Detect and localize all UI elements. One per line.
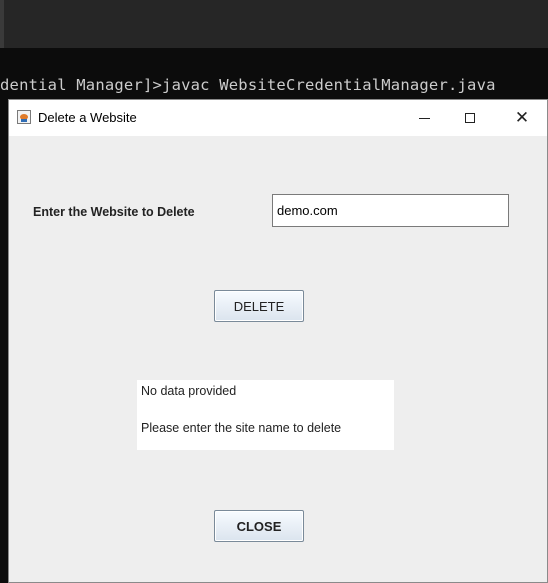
terminal-titlebar (0, 0, 548, 48)
dialog-titlebar[interactable]: Delete a Website ✕ (9, 100, 547, 136)
close-button[interactable]: CLOSE (214, 510, 304, 542)
message-line-status: No data provided (141, 384, 237, 398)
maximize-button[interactable] (447, 100, 493, 136)
maximize-icon (465, 113, 475, 123)
message-line-hint: Please enter the site name to delete (141, 421, 342, 435)
terminal-command-line: dential Manager]>javac WebsiteCredential… (0, 76, 496, 94)
delete-button[interactable]: DELETE (214, 290, 304, 322)
close-icon: ✕ (514, 108, 530, 128)
java-app-icon (17, 110, 31, 124)
dialog-title: Delete a Website (38, 110, 137, 125)
minimize-icon (418, 117, 430, 119)
terminal-edge (0, 0, 4, 48)
window-close-button[interactable]: ✕ (499, 100, 545, 136)
website-input[interactable] (272, 194, 509, 227)
delete-website-dialog: Delete a Website ✕ Enter the Website to … (8, 99, 548, 583)
minimize-button[interactable] (401, 100, 447, 136)
website-field-label: Enter the Website to Delete (33, 205, 195, 219)
message-panel: No data provided Please enter the site n… (137, 380, 394, 450)
